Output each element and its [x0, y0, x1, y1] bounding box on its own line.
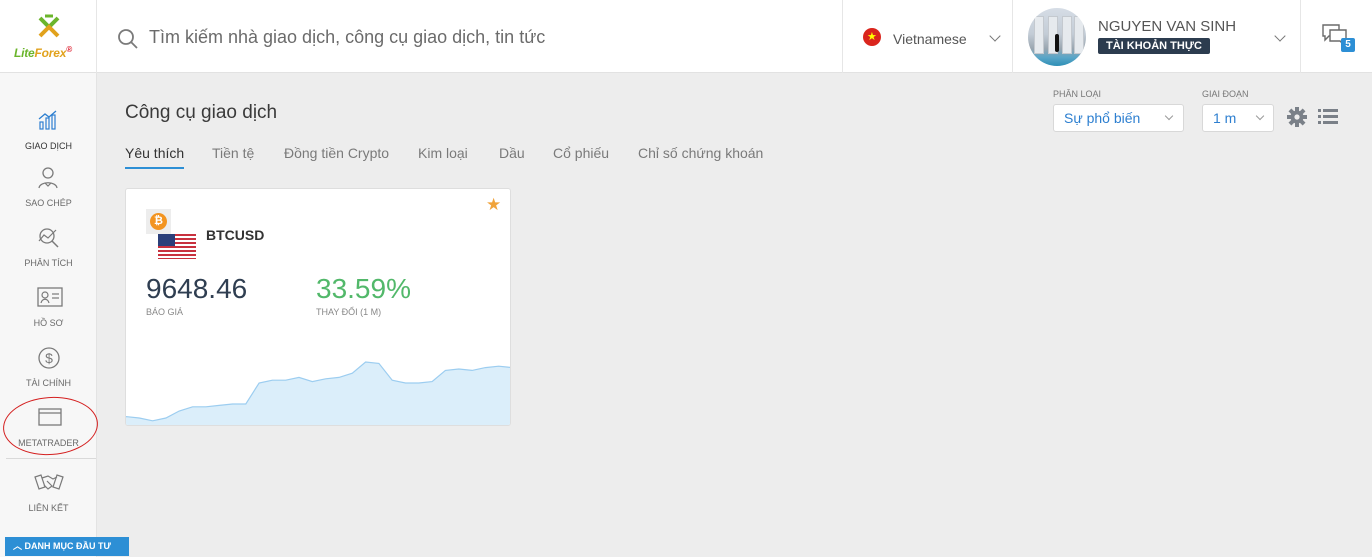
bitcoin-icon: ₿: [146, 209, 171, 234]
chevron-down-icon: [1164, 111, 1174, 121]
sidebar-item-label: SAO CHÉP: [25, 198, 72, 208]
change-percent: 33.59%: [316, 273, 411, 304]
user-name: NGUYEN VAN SINH: [1098, 18, 1237, 35]
sidebar-item-label: HỒ SƠ: [33, 318, 64, 328]
category-select-value: Sự phổ biến: [1064, 110, 1141, 126]
tab-oil[interactable]: Dầu: [499, 145, 525, 169]
trading-chart-icon: [38, 110, 57, 130]
sidebar-item-metatrader[interactable]: METATRADER: [0, 406, 97, 466]
tab-currencies[interactable]: Tiền tệ: [212, 145, 254, 169]
logo-mark-icon: [38, 14, 60, 38]
window-icon: [38, 408, 62, 426]
sidebar: GIAO DỊCH SAO CHÉP PHÂN TÍCH HỒ SƠ $ TÀI…: [0, 73, 97, 557]
search-icon[interactable]: [117, 28, 139, 50]
period-filter-label: GIAI ĐOẠN: [1202, 89, 1249, 99]
chevron-down-icon: [989, 30, 1001, 42]
favorite-star-icon[interactable]: ★: [486, 195, 501, 215]
handshake-icon: [34, 474, 64, 490]
account-type-badge: TÀI KHOẢN THỰC: [1098, 38, 1210, 54]
tab-stocks[interactable]: Cổ phiếu: [553, 145, 609, 169]
sidebar-item-label: LIÊN KẾT: [28, 503, 69, 513]
page-title: Công cụ giao dịch: [125, 102, 278, 123]
sparkline-chart: [126, 361, 510, 425]
period-select-value: 1 m: [1213, 110, 1237, 126]
tab-favorites[interactable]: Yêu thích: [125, 145, 185, 169]
sidebar-item-label: TÀI CHÍNH: [26, 378, 71, 388]
liteforex-logo[interactable]: LiteForex®: [0, 0, 97, 73]
tab-crypto[interactable]: Đồng tiền Crypto: [284, 145, 389, 169]
sidebar-item-profile[interactable]: HỒ SƠ: [0, 286, 97, 346]
top-header: LiteForex® ★ Vietnamese NGUYEN VAN SINH …: [0, 0, 1372, 73]
analysis-icon: [38, 228, 59, 248]
gear-icon[interactable]: [1287, 107, 1307, 127]
tab-metals[interactable]: Kim loại: [418, 145, 468, 169]
category-filter-label: PHÂN LOẠI: [1053, 89, 1102, 99]
copy-trader-icon: [38, 167, 58, 189]
sparkline-area: [126, 362, 510, 425]
sidebar-item-label: GIAO DỊCH: [24, 141, 72, 151]
tab-indices[interactable]: Chỉ số chứng khoán: [638, 145, 763, 169]
sidebar-item-trading[interactable]: GIAO DỊCH: [0, 109, 97, 169]
sidebar-item-label: PHÂN TÍCH: [24, 258, 73, 268]
instrument-symbol: BTCUSD: [206, 227, 265, 243]
language-label: Vietnamese: [893, 31, 967, 47]
search-bar: [97, 0, 842, 73]
messages-button[interactable]: 5: [1301, 0, 1372, 73]
sidebar-divider: [6, 458, 96, 459]
portfolio-button[interactable]: ︿ DANH MỤC ĐẦU TƯ: [5, 537, 129, 556]
sidebar-item-label: METATRADER: [18, 438, 79, 448]
sidebar-item-analysis[interactable]: PHÂN TÍCH: [0, 226, 97, 286]
sidebar-item-affiliate[interactable]: LIÊN KẾT: [0, 471, 97, 531]
category-select[interactable]: Sự phổ biến: [1053, 104, 1184, 132]
list-view-icon[interactable]: [1318, 109, 1338, 125]
search-input[interactable]: [149, 22, 799, 52]
sidebar-item-finance[interactable]: $ TÀI CHÍNH: [0, 346, 97, 406]
quote-price: 9648.46: [146, 273, 248, 304]
portfolio-button-label: DANH MỤC ĐẦU TƯ: [24, 541, 111, 551]
chevron-up-icon: ︿: [13, 541, 25, 551]
logo-text: LiteForex®: [14, 45, 72, 60]
instrument-card[interactable]: ₿ BTCUSD ★ 9648.46 BÁO GIÁ 33.59% THAY Đ…: [125, 188, 511, 426]
profile-card-icon: [37, 287, 63, 307]
avatar: [1028, 8, 1086, 66]
us-flag-icon: [158, 234, 196, 259]
unread-count-badge: 5: [1341, 38, 1355, 52]
chevron-down-icon: [1255, 111, 1265, 121]
chevron-down-icon: [1274, 30, 1286, 42]
sidebar-item-copy[interactable]: SAO CHÉP: [0, 166, 97, 226]
language-selector[interactable]: ★ Vietnamese: [842, 0, 1013, 73]
dollar-icon: $: [38, 347, 60, 369]
period-select[interactable]: 1 m: [1202, 104, 1274, 132]
svg-text:$: $: [45, 350, 53, 366]
user-menu[interactable]: NGUYEN VAN SINH TÀI KHOẢN THỰC: [1013, 0, 1301, 73]
vn-flag-icon: ★: [863, 28, 881, 46]
